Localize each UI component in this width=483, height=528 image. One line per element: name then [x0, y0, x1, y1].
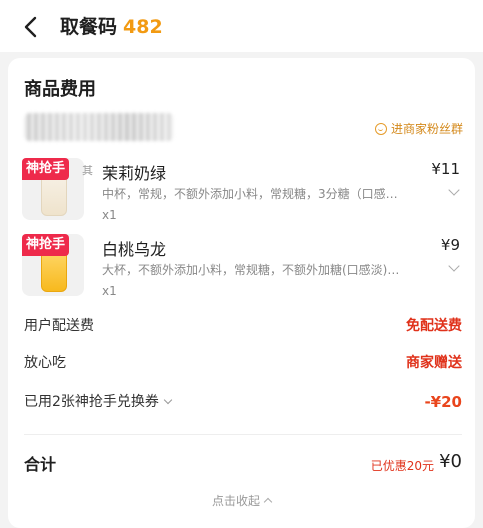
delivery-fee-value: 免配送费 [406, 318, 462, 334]
chevron-down-icon[interactable] [448, 184, 460, 196]
item-name: 白桃乌龙 [102, 240, 167, 259]
title-prefix: 取餐码 [60, 16, 118, 38]
item-price: ¥9 [440, 236, 460, 254]
fans-group-link[interactable]: 进商家粉丝群 [374, 120, 463, 138]
chevron-up-icon [263, 497, 273, 507]
order-item[interactable]: 神抢手 白桃乌龙 ¥9 大杯，不额外添加小料，常规糖，不额外加糖(口感淡)… x… [22, 234, 472, 306]
card-title: 商品费用 [24, 79, 96, 100]
pickup-code: 482 [123, 16, 163, 38]
total-label: 合计 [24, 455, 57, 474]
item-spec: 中杯，常规，不额外添加小料，常规糖，3分糖（口感… [102, 187, 398, 201]
deal-tag: 神抢手 [22, 158, 70, 180]
chevron-down-icon[interactable] [448, 260, 460, 272]
item-price: ¥11 [431, 160, 460, 178]
item-quantity: x1 [102, 208, 117, 222]
collapse-button[interactable]: 点击收起 [8, 492, 475, 509]
divider [24, 434, 462, 435]
item-spec: 大杯，不额外添加小料，常规糖，不额外加糖(口感淡)… [102, 263, 400, 277]
collapse-label: 点击收起 [211, 494, 260, 508]
insurance-value: 商家赠送 [406, 355, 462, 371]
voucher-label-text: 已用2张神抢手兑换券 [24, 394, 159, 410]
voucher-row[interactable]: 已用2张神抢手兑换券 -¥20 [24, 391, 462, 413]
insurance-label: 放心吃 [24, 355, 66, 371]
item-quantity: x1 [102, 284, 117, 298]
back-arrow-icon[interactable] [18, 14, 44, 40]
deal-tag: 神抢手 [22, 234, 70, 256]
fans-group-label: 进商家粉丝群 [390, 122, 463, 136]
blurred-store-name [24, 113, 174, 141]
delivery-fee-row: 用户配送费 免配送费 [24, 315, 462, 337]
total-amount: ¥0 [439, 451, 462, 472]
delivery-fee-label: 用户配送费 [24, 318, 94, 334]
total-saved: 已优惠20元 [370, 459, 434, 473]
smile-icon [374, 123, 387, 135]
total-row: 合计 已优惠20元 ¥0 [24, 451, 462, 477]
chevron-down-icon[interactable] [163, 395, 173, 405]
top-bar: 取餐码 482 [0, 0, 483, 52]
page-title: 取餐码 482 [60, 14, 163, 40]
deal-tag-suffix: 其 [82, 164, 93, 177]
voucher-label: 已用2张神抢手兑换券 [24, 394, 173, 410]
item-name: 茉莉奶绿 [102, 164, 167, 183]
order-fee-card: 商品费用 进商家粉丝群 神抢手 其 茉莉奶绿 ¥11 中杯，常规，不额外添加小料… [8, 58, 475, 528]
insurance-row: 放心吃 商家赠送 [24, 352, 462, 374]
order-item[interactable]: 神抢手 其 茉莉奶绿 ¥11 中杯，常规，不额外添加小料，常规糖，3分糖（口感…… [22, 158, 472, 230]
voucher-discount: -¥20 [424, 393, 462, 411]
